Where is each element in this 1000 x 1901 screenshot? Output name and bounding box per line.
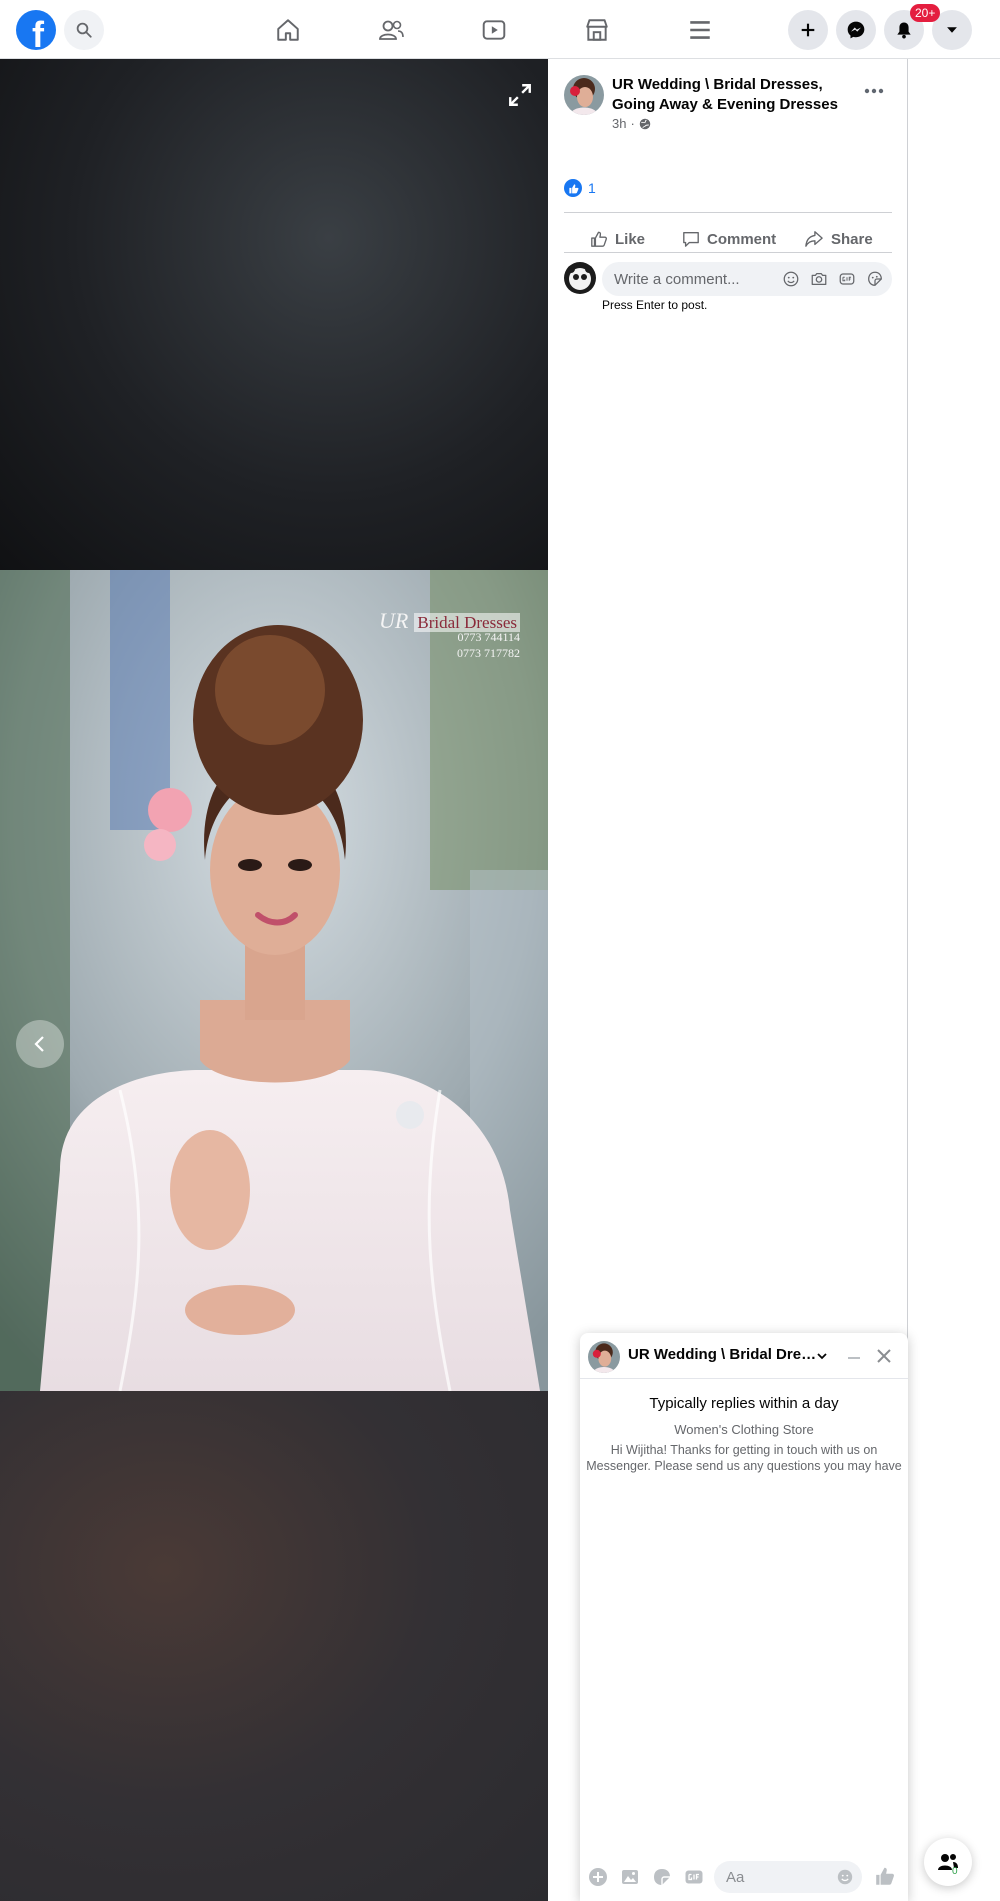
search-icon: [76, 22, 92, 38]
menu-tab[interactable]: [680, 10, 720, 50]
reaction-summary[interactable]: 1: [564, 179, 596, 197]
marketplace-icon: [586, 19, 608, 41]
messenger-icon: [847, 21, 865, 39]
post-time[interactable]: 3h: [612, 116, 626, 131]
fullscreen-button[interactable]: [502, 77, 538, 113]
comment-label: Comment: [707, 230, 777, 248]
more-horizontal-icon: [864, 88, 884, 94]
comment-icon: [683, 232, 699, 247]
comment-tools: [782, 270, 884, 288]
photo-blur-backdrop-top: [0, 59, 548, 570]
minimize-icon[interactable]: [846, 1349, 862, 1365]
friends-icon: [379, 20, 404, 40]
reaction-count: 1: [588, 180, 596, 196]
emoji-icon[interactable]: [836, 1868, 854, 1886]
globe-icon: [639, 118, 651, 129]
meta-separator: ·: [630, 116, 635, 131]
facebook-logo[interactable]: f: [16, 10, 56, 50]
gif-icon[interactable]: [838, 270, 856, 288]
friends-tab[interactable]: [371, 10, 411, 50]
chat-avatar-image: [588, 1341, 620, 1373]
welcome-message: Hi Wijitha! Thanks for getting in touch …: [580, 1442, 908, 1474]
photo-icon[interactable]: [620, 1867, 640, 1887]
contacts-count: 0: [952, 1866, 958, 1877]
sticker-icon[interactable]: [866, 270, 884, 288]
more-options-button[interactable]: [856, 73, 892, 109]
thumbs-up-icon: [591, 231, 608, 247]
post-meta: 3h ·: [612, 116, 651, 131]
top-navigation-bar: f 20+: [0, 0, 1000, 59]
notification-badge: 20+: [910, 4, 941, 22]
actions-divider: [564, 252, 892, 253]
plus-circle-icon[interactable]: [588, 1867, 608, 1887]
emoji-icon[interactable]: [782, 270, 800, 288]
caret-down-icon: [947, 27, 957, 33]
home-tab[interactable]: [268, 10, 308, 50]
create-button[interactable]: [788, 10, 828, 50]
watermark-phone-1: 0773 744114: [457, 630, 520, 644]
user-avatar-image: [564, 262, 596, 294]
gif-icon[interactable]: [684, 1867, 704, 1887]
facebook-logo-letter: f: [32, 14, 44, 50]
page-avatar[interactable]: [564, 75, 604, 115]
chat-title[interactable]: UR Wedding \ Bridal Dres…: [628, 1346, 818, 1363]
message-placeholder: Aa: [726, 1869, 745, 1886]
like-label: Like: [615, 230, 646, 248]
page-category: Women's Clothing Store: [674, 1422, 814, 1437]
comment-placeholder: Write a comment...: [614, 270, 740, 288]
current-user-avatar[interactable]: [564, 262, 596, 294]
photo-blur-backdrop-bottom: [0, 1391, 548, 1901]
chat-composer: Aa: [580, 1851, 908, 1901]
welcome-message-line-1: Hi Wijitha! Thanks for getting in touch …: [610, 1443, 878, 1457]
new-message-contacts-button[interactable]: 0: [924, 1838, 972, 1886]
previous-photo-button[interactable]: [16, 1020, 64, 1068]
sticker-icon[interactable]: [652, 1867, 672, 1887]
bell-icon: [897, 22, 911, 39]
hamburger-menu-icon: [690, 21, 710, 39]
share-label: Share: [831, 230, 873, 248]
press-enter-hint: Press Enter to post.: [602, 298, 708, 312]
watch-tab[interactable]: [474, 10, 514, 50]
reply-time-text: Typically replies within a day: [649, 1395, 839, 1412]
chevron-left-icon: [34, 1036, 44, 1052]
chevron-down-icon[interactable]: [816, 1350, 828, 1362]
marketplace-tab[interactable]: [577, 10, 617, 50]
bridal-photo: UR Bridal Dresses 0773 744114 0773 717782: [0, 570, 548, 1391]
message-input[interactable]: Aa: [714, 1861, 862, 1893]
home-icon: [277, 19, 299, 41]
plus-icon: [801, 23, 815, 37]
thumbs-up-send-icon[interactable]: [874, 1865, 896, 1887]
chat-header[interactable]: UR Wedding \ Bridal Dres…: [580, 1333, 908, 1379]
messenger-chat-window: UR Wedding \ Bridal Dres… Typically repl…: [580, 1333, 908, 1901]
messenger-button[interactable]: [836, 10, 876, 50]
reactions-divider: [564, 212, 892, 213]
share-icon: [805, 231, 823, 247]
welcome-message-line-2: Messenger. Please send us any questions …: [586, 1459, 902, 1473]
page-avatar-image: [564, 75, 604, 115]
watermark-phone-2: 0773 717782: [457, 646, 520, 660]
search-button[interactable]: [64, 10, 104, 50]
chat-avatar: [588, 1341, 620, 1373]
watermark-brand: UR: [379, 608, 409, 633]
comment-input[interactable]: Write a comment...: [602, 262, 892, 296]
camera-icon[interactable]: [810, 270, 828, 288]
page-name-link[interactable]: UR Wedding \ Bridal Dresses, Going Away …: [612, 75, 852, 115]
photo-viewer: UR Bridal Dresses 0773 744114 0773 717782: [0, 59, 548, 1901]
like-reaction-icon: [564, 179, 582, 197]
close-icon[interactable]: [876, 1348, 892, 1364]
video-icon: [482, 20, 506, 40]
expand-icon: [509, 84, 531, 106]
bride-illustration: [0, 570, 548, 1391]
